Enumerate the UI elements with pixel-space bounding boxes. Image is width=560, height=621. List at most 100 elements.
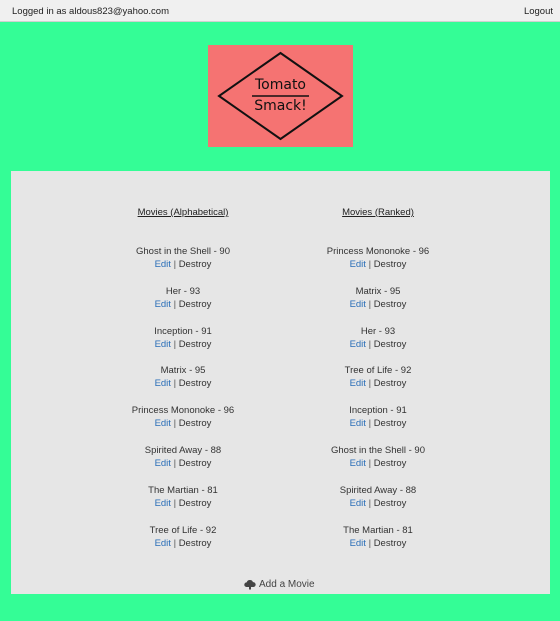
cloud-upload-icon (244, 579, 256, 590)
action-separator: | (368, 378, 372, 390)
edit-link[interactable]: Edit (350, 418, 366, 429)
action-separator: | (368, 537, 372, 549)
movie-actions: Edit | Destroy (288, 457, 468, 470)
action-separator: | (368, 259, 372, 270)
movie-title: Princess Mononoke - 96 (131, 405, 235, 417)
movie-title: Inception - 91 (154, 325, 212, 337)
movie-title: Tree of Life - 92 (149, 524, 217, 536)
edit-link[interactable]: Edit (350, 498, 366, 509)
action-separator: | (173, 497, 177, 509)
movie-item: Tree of Life - 92 Edit | Destroy (93, 524, 273, 550)
destroy-link[interactable]: Destroy (179, 538, 212, 549)
action-separator: | (173, 537, 177, 549)
edit-link[interactable]: Edit (155, 418, 171, 429)
movie-actions: Edit | Destroy (93, 537, 273, 550)
movie-actions: Edit | Destroy (93, 457, 273, 470)
movie-actions: Edit | Destroy (93, 338, 273, 351)
destroy-link[interactable]: Destroy (374, 418, 407, 429)
movie-item: The Martian - 81 Edit | Destroy (288, 524, 468, 550)
movie-title: Matrix - 95 (160, 365, 206, 377)
action-separator: | (368, 338, 372, 350)
add-movie-label: Add a Movie (259, 579, 315, 590)
movie-actions: Edit | Destroy (288, 537, 468, 550)
movie-item: Spirited Away - 88 Edit | Destroy (288, 484, 468, 510)
destroy-link[interactable]: Destroy (179, 299, 212, 310)
alphabetical-title: Movies (Alphabetical) (137, 207, 229, 218)
tomato-smack-logo: Tomato Smack! (208, 45, 353, 147)
movie-title: Inception - 91 (349, 405, 407, 417)
action-separator: | (173, 418, 177, 430)
action-separator: | (173, 298, 177, 310)
movie-actions: Edit | Destroy (288, 417, 468, 430)
action-separator: | (368, 418, 372, 430)
logo-line1: Tomato (254, 77, 306, 93)
edit-link[interactable]: Edit (350, 339, 366, 350)
movie-actions: Edit | Destroy (288, 497, 468, 510)
action-separator: | (173, 259, 177, 270)
edit-link[interactable]: Edit (155, 538, 171, 549)
movie-title: Ghost in the Shell - 90 (331, 445, 425, 456)
action-separator: | (173, 378, 177, 390)
destroy-link[interactable]: Destroy (374, 299, 407, 310)
movie-title: Her - 93 (360, 325, 396, 337)
movies-panel: Movies (Alphabetical) Ghost in the Shell… (11, 171, 550, 594)
edit-link[interactable]: Edit (350, 299, 366, 310)
destroy-link[interactable]: Destroy (179, 458, 212, 469)
movie-item: Her - 93 Edit | Destroy (93, 285, 273, 311)
destroy-link[interactable]: Destroy (374, 378, 407, 389)
top-bar: Logged in as aldous823@yahoo.com Logout (0, 0, 560, 22)
movie-title: Her - 93 (165, 285, 201, 297)
movie-item: Her - 93 Edit | Destroy (288, 325, 468, 351)
edit-link[interactable]: Edit (155, 259, 171, 270)
movie-actions: Edit | Destroy (93, 377, 273, 390)
edit-link[interactable]: Edit (155, 339, 171, 350)
movie-item: Inception - 91 Edit | Destroy (288, 404, 468, 430)
destroy-link[interactable]: Destroy (374, 538, 407, 549)
movie-item: Spirited Away - 88 Edit | Destroy (93, 444, 273, 470)
movie-item: Ghost in the Shell - 90 Edit | Destroy (93, 245, 273, 271)
movie-item: The Martian - 81 Edit | Destroy (93, 484, 273, 510)
edit-link[interactable]: Edit (155, 498, 171, 509)
movie-item: Inception - 91 Edit | Destroy (93, 325, 273, 351)
movie-actions: Edit | Destroy (288, 377, 468, 390)
movie-title: Spirited Away - 88 (144, 445, 222, 456)
movie-title: The Martian - 81 (148, 484, 218, 496)
edit-link[interactable]: Edit (155, 299, 171, 310)
movie-actions: Edit | Destroy (288, 258, 468, 271)
movie-actions: Edit | Destroy (93, 258, 273, 271)
destroy-link[interactable]: Destroy (374, 259, 407, 270)
destroy-link[interactable]: Destroy (374, 498, 407, 509)
movie-item: Princess Mononoke - 96 Edit | Destroy (93, 404, 273, 430)
logged-in-status: Logged in as aldous823@yahoo.com (12, 6, 170, 17)
movie-title: The Martian - 81 (343, 524, 413, 536)
destroy-link[interactable]: Destroy (179, 418, 212, 429)
movie-actions: Edit | Destroy (93, 298, 273, 311)
action-separator: | (368, 497, 372, 509)
movie-item: Matrix - 95 Edit | Destroy (93, 364, 273, 390)
movie-title: Ghost in the Shell - 90 (136, 246, 230, 257)
edit-link[interactable]: Edit (350, 378, 366, 389)
edit-link[interactable]: Edit (350, 259, 366, 270)
movie-title: Matrix - 95 (355, 285, 401, 297)
edit-link[interactable]: Edit (350, 538, 366, 549)
destroy-link[interactable]: Destroy (374, 458, 407, 469)
movie-item: Ghost in the Shell - 90 Edit | Destroy (288, 444, 468, 470)
movie-item: Tree of Life - 92 Edit | Destroy (288, 364, 468, 390)
destroy-link[interactable]: Destroy (179, 498, 212, 509)
movie-title: Spirited Away - 88 (339, 484, 417, 496)
movie-actions: Edit | Destroy (288, 338, 468, 351)
destroy-link[interactable]: Destroy (179, 259, 212, 270)
destroy-link[interactable]: Destroy (179, 339, 212, 350)
edit-link[interactable]: Edit (155, 458, 171, 469)
ranked-title: Movies (Ranked) (342, 207, 414, 218)
edit-link[interactable]: Edit (155, 378, 171, 389)
movie-actions: Edit | Destroy (93, 497, 273, 510)
edit-link[interactable]: Edit (350, 458, 366, 469)
add-movie-link[interactable]: Add a Movie (244, 579, 344, 590)
destroy-link[interactable]: Destroy (179, 378, 212, 389)
logout-link[interactable]: Logout (524, 6, 553, 17)
destroy-link[interactable]: Destroy (374, 339, 407, 350)
logo-line2: Smack! (254, 98, 307, 114)
action-separator: | (368, 458, 372, 469)
movie-actions: Edit | Destroy (288, 298, 468, 311)
